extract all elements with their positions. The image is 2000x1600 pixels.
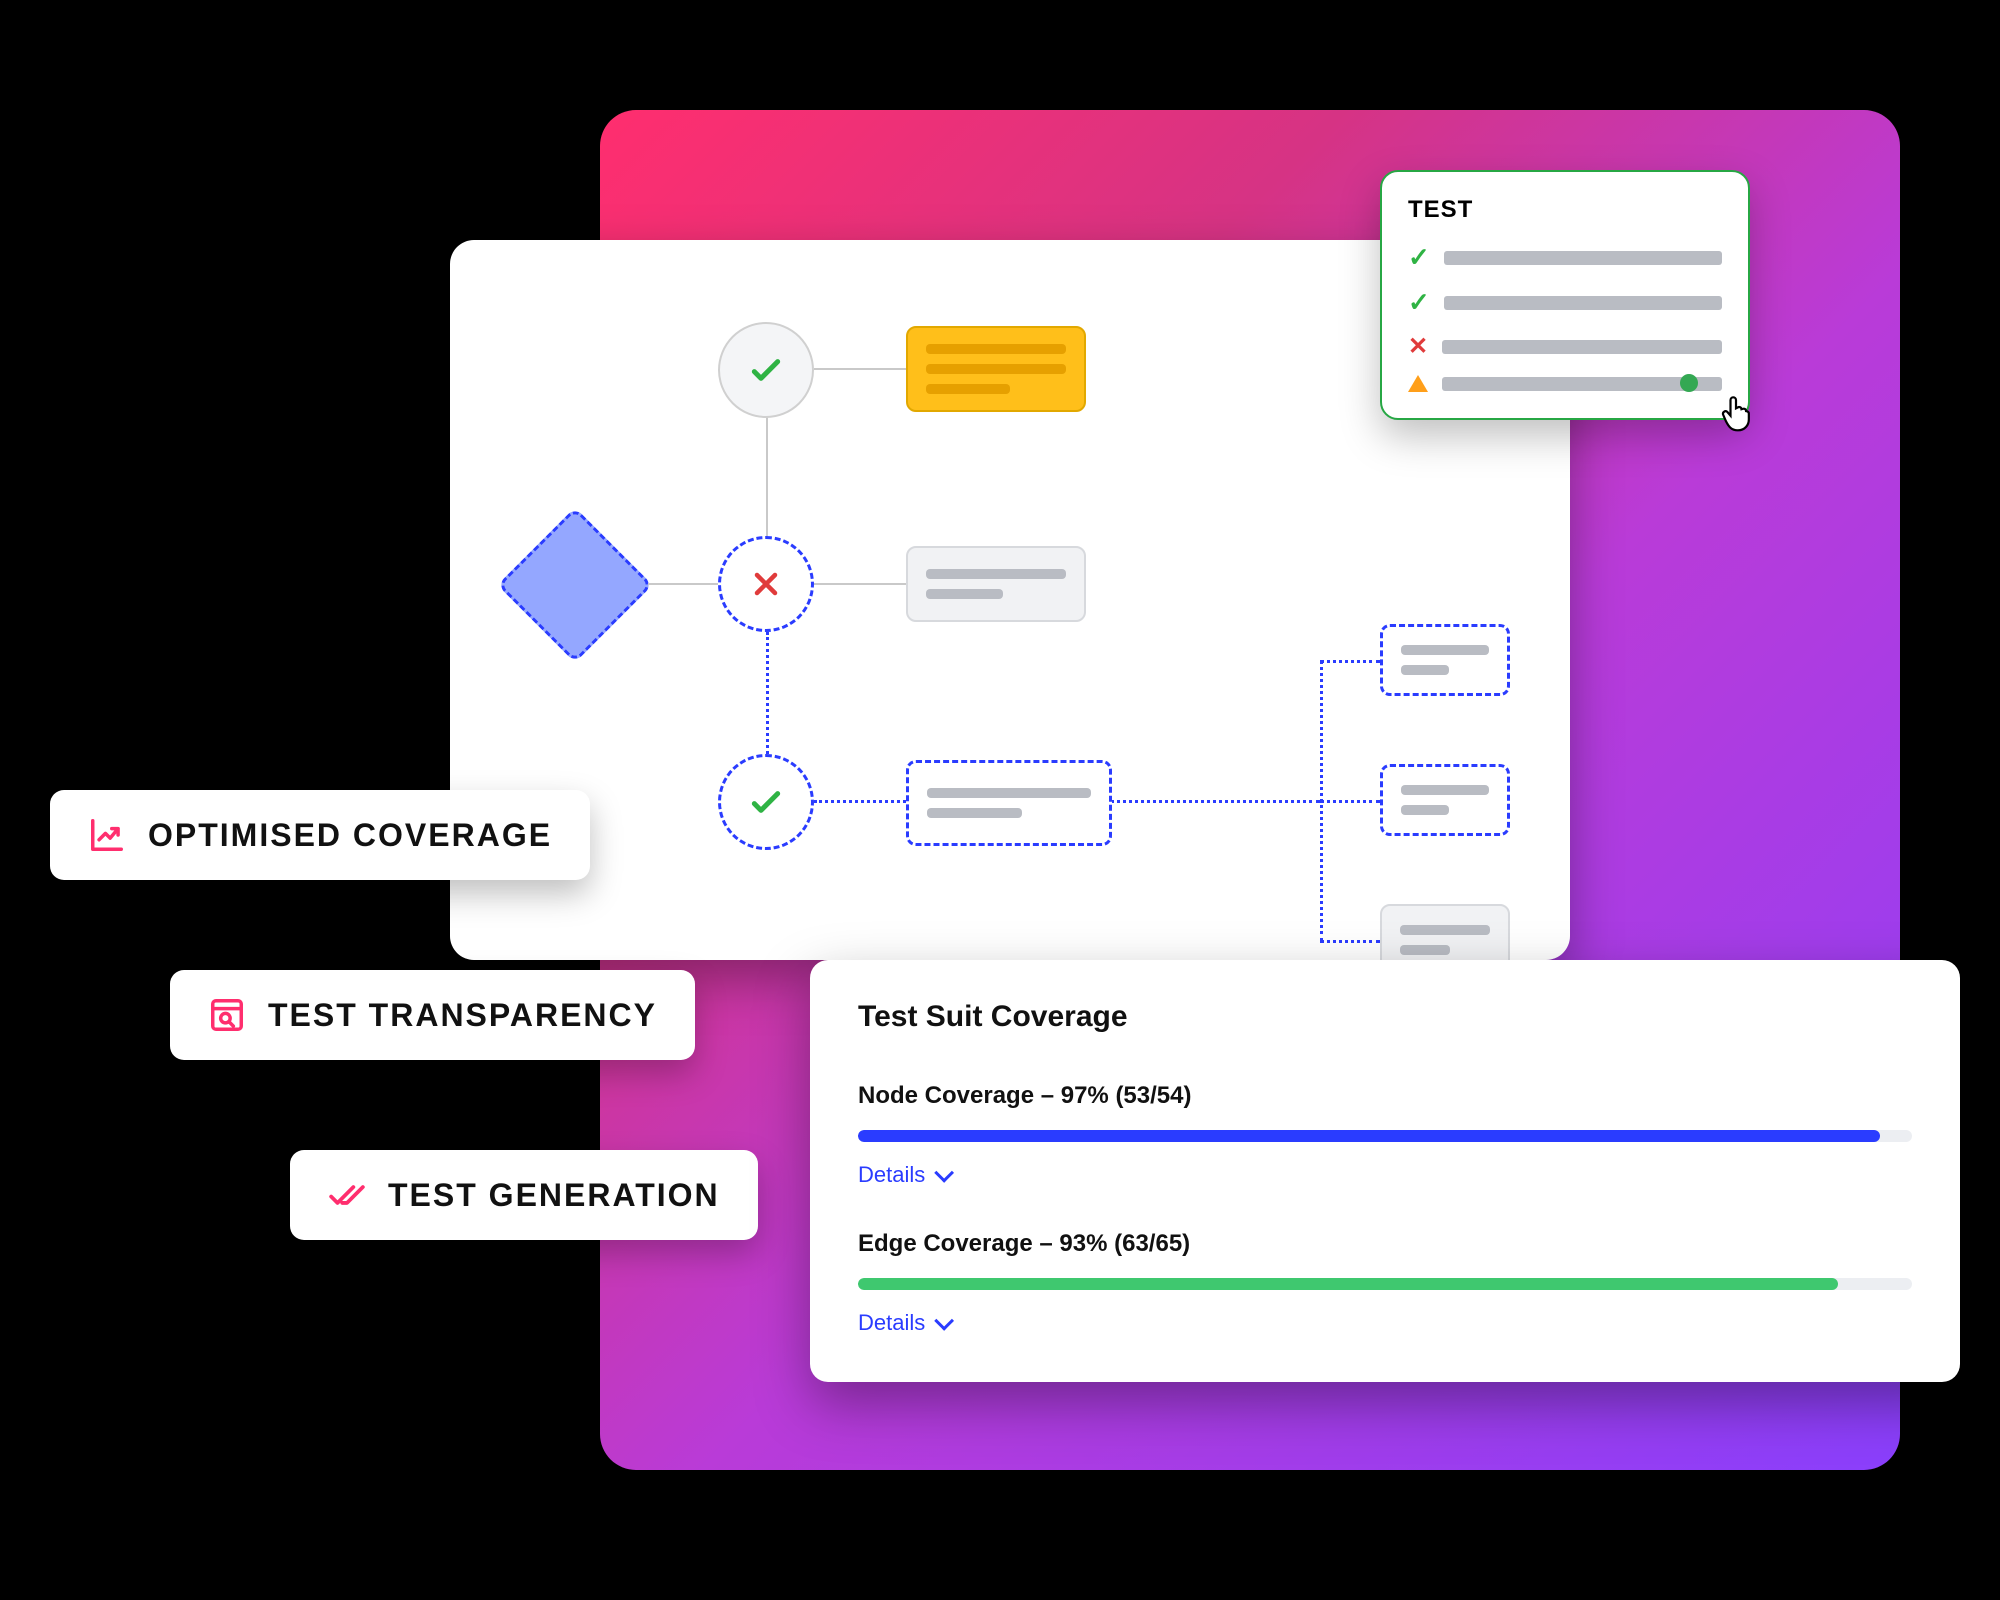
- coverage-title: Test Suit Coverage: [858, 1000, 1912, 1034]
- x-icon: ✕: [1408, 332, 1428, 361]
- active-indicator-dot: [1680, 374, 1698, 392]
- test-panel-title: TEST: [1408, 196, 1722, 224]
- progress-fill: [858, 1278, 1838, 1290]
- details-label: Details: [858, 1310, 925, 1336]
- browser-search-icon: [208, 996, 246, 1034]
- test-row: ✓: [1408, 287, 1722, 318]
- chevron-down-icon: [934, 1311, 954, 1331]
- badge-label: TEST GENERATION: [388, 1177, 720, 1214]
- coverage-item-node: Node Coverage – 97% (53/54) Details: [858, 1082, 1912, 1188]
- badge-label: OPTIMISED COVERAGE: [148, 817, 552, 854]
- test-row: [1408, 375, 1722, 392]
- connector-dashed: [1320, 660, 1380, 663]
- badge-label: TEST TRANSPARENCY: [268, 997, 657, 1034]
- connector-dashed: [766, 632, 769, 754]
- flow-step-dashed-child-1: [1380, 624, 1510, 696]
- flow-node-decision-diamond: [497, 507, 653, 663]
- connector: [766, 411, 768, 538]
- check-icon: [746, 782, 786, 822]
- double-check-icon: [328, 1176, 366, 1214]
- test-placeholder-bar: [1444, 296, 1722, 310]
- check-icon: [746, 350, 786, 390]
- chevron-down-icon: [934, 1163, 954, 1183]
- flow-step-dashed-child-2: [1380, 764, 1510, 836]
- coverage-panel: Test Suit Coverage Node Coverage – 97% (…: [810, 960, 1960, 1382]
- flow-step-gray-1: [906, 546, 1086, 622]
- connector: [814, 583, 906, 585]
- badge-optimised-coverage: OPTIMISED COVERAGE: [50, 790, 590, 880]
- connector-dashed: [814, 800, 906, 803]
- flow-step-dashed-main: [906, 760, 1112, 846]
- coverage-label: Node Coverage – 97% (53/54): [858, 1082, 1912, 1110]
- flow-node-check-1: [718, 322, 814, 418]
- coverage-item-edge: Edge Coverage – 93% (63/65) Details: [858, 1230, 1912, 1336]
- chart-up-icon: [88, 816, 126, 854]
- test-row: ✓: [1408, 242, 1722, 273]
- test-row: ✕: [1408, 332, 1722, 361]
- check-icon: ✓: [1408, 287, 1430, 318]
- check-icon: ✓: [1408, 242, 1430, 273]
- connector-dashed: [1110, 800, 1320, 803]
- coverage-label: Edge Coverage – 93% (63/65): [858, 1230, 1912, 1258]
- test-placeholder-bar: [1442, 340, 1722, 354]
- progress-bar: [858, 1278, 1912, 1290]
- connector-dashed: [1320, 940, 1380, 943]
- badge-test-generation: TEST GENERATION: [290, 1150, 758, 1240]
- details-toggle[interactable]: Details: [858, 1310, 949, 1336]
- flow-step-yellow: [906, 326, 1086, 412]
- flow-node-fail: [718, 536, 814, 632]
- details-label: Details: [858, 1162, 925, 1188]
- x-icon: [748, 566, 784, 602]
- hand-cursor-icon: [1714, 390, 1758, 444]
- progress-fill: [858, 1130, 1880, 1142]
- connector: [814, 368, 906, 370]
- badge-test-transparency: TEST TRANSPARENCY: [170, 970, 695, 1060]
- progress-bar: [858, 1130, 1912, 1142]
- connector-dashed: [1320, 800, 1380, 803]
- warning-icon: [1408, 375, 1428, 392]
- test-results-panel[interactable]: TEST ✓ ✓ ✕: [1380, 170, 1750, 420]
- details-toggle[interactable]: Details: [858, 1162, 949, 1188]
- test-placeholder-bar: [1444, 251, 1722, 265]
- flow-node-check-2: [718, 754, 814, 850]
- connector: [648, 583, 718, 585]
